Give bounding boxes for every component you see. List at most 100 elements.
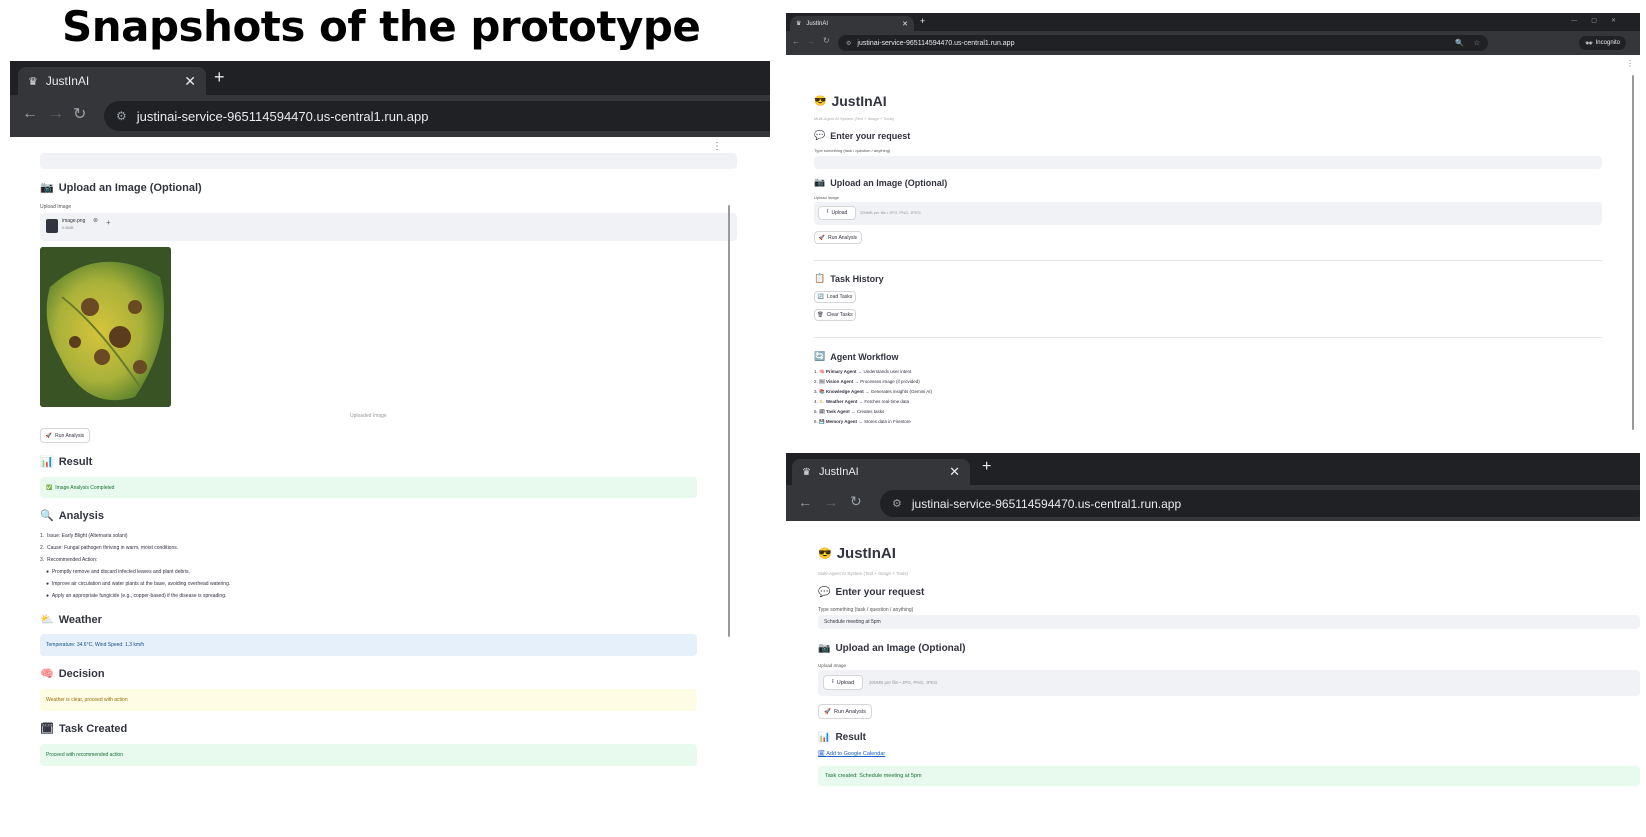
address-bar[interactable]: ⚙ justinai-service-965114594470.us-centr… xyxy=(104,101,770,131)
request-label: Type something (task / question / anythi… xyxy=(818,607,914,613)
crown-icon: ♛ xyxy=(28,75,38,88)
app-title: 😎 JustInAI xyxy=(814,93,887,109)
cloud-icon: ⛅ xyxy=(40,614,54,626)
tab-strip: ♛ JustInAI ✕ + —▢✕ xyxy=(786,13,1640,31)
workflow-item: 4. ⛅ Weather Agent → Fetches real-time d… xyxy=(814,399,910,404)
request-input[interactable] xyxy=(40,153,737,169)
run-analysis-button[interactable]: 🚀 Run Analysis xyxy=(818,704,872,719)
forward-arrow-icon[interactable]: → xyxy=(807,37,815,46)
toolbar: ← → ↻ ⚙ justinai-service-965114594470.us… xyxy=(786,31,1640,55)
task-created-alert: Task created: Schedule meeting at 5pm xyxy=(818,766,1640,786)
window-controls[interactable]: —▢✕ xyxy=(1571,17,1630,24)
analysis-bullet: ● Apply an appropriate fungicide (e.g., … xyxy=(46,593,227,599)
trash-icon: 🗑 xyxy=(817,312,824,318)
run-analysis-button[interactable]: 🚀 Run Analysis xyxy=(814,231,862,244)
reload-icon[interactable]: ↻ xyxy=(850,493,862,510)
star-icon[interactable]: ☆ xyxy=(1474,39,1480,47)
back-arrow-icon[interactable]: ← xyxy=(792,37,800,46)
tab-title: JustInAI xyxy=(818,466,859,478)
browser-tab[interactable]: ♛ JustInAI ✕ xyxy=(792,459,970,485)
request-label: Type something (task / question / anythi… xyxy=(814,148,891,153)
chart-icon: 📊 xyxy=(818,732,831,743)
tab-strip: ♛ JustInAI ✕ + xyxy=(786,453,1640,485)
page-content: ⋮ 📷 Upload an Image (Optional) Upload Ima… xyxy=(10,137,770,837)
scrollbar[interactable] xyxy=(728,205,730,637)
file-uploader[interactable]: image.png 0.6MB ⊗ + xyxy=(40,213,737,241)
file-chip xyxy=(46,219,58,233)
upload-label: Upload Image xyxy=(40,204,72,210)
task-created-alert: Proceed with recommended action xyxy=(40,744,697,766)
app-title: 😎 JustInAI xyxy=(818,545,896,562)
agent-workflow-heading: 🔄 Agent Workflow xyxy=(814,351,899,362)
smiley-icon: 😎 xyxy=(814,95,827,107)
plus-icon[interactable]: + xyxy=(982,458,991,476)
calendar-icon: 🗓 xyxy=(40,723,54,735)
tab-strip: ♛ JustInAI ✕ + xyxy=(10,61,770,95)
app-subtitle: Multi-Agent AI System (Text + Image + To… xyxy=(814,116,894,121)
analysis-item: 1. Issue: Early Blight (Alternaria solan… xyxy=(40,533,128,539)
uploaded-leaf-image xyxy=(40,247,171,407)
close-icon[interactable]: ✕ xyxy=(902,20,908,28)
image-caption: Uploaded Image xyxy=(350,413,387,419)
file-uploader[interactable]: ⭱ Upload 200MB per file • JPG, PNG, JPEG xyxy=(818,670,1640,696)
magnifier-icon: 🔍 xyxy=(40,510,54,522)
request-value: Schedule meeting at 5pm xyxy=(824,619,881,625)
tune-icon[interactable]: ⚙ xyxy=(846,40,851,47)
back-arrow-icon[interactable]: ← xyxy=(798,494,812,510)
upload-button[interactable]: ⭱ Upload xyxy=(823,675,863,690)
analysis-heading: 🔍 Analysis xyxy=(40,509,104,523)
tune-icon[interactable]: ⚙ xyxy=(116,109,127,123)
forward-arrow-icon[interactable]: → xyxy=(48,105,64,123)
request-input[interactable]: Schedule meeting at 5pm xyxy=(818,615,1640,629)
upload-heading: 📷 Upload an Image (Optional) xyxy=(818,643,966,654)
forward-arrow-icon[interactable]: → xyxy=(824,494,838,510)
address-bar[interactable]: ⚙ justinai-service-965114594470.us-centr… xyxy=(838,35,1488,51)
url-text: justinai-service-965114594470.us-central… xyxy=(136,108,429,124)
request-input[interactable] xyxy=(814,156,1602,169)
google-calendar-link[interactable]: 🗓 Add to Google Calendar xyxy=(818,751,885,757)
analysis-item: 3. Recommended Action: xyxy=(40,557,98,563)
kebab-menu-icon[interactable]: ⋮ xyxy=(712,141,722,152)
speech-bubble-icon: 💬 xyxy=(814,130,826,140)
browser-tab[interactable]: ♛ JustInAI ✕ xyxy=(18,67,206,95)
file-size: 0.6MB xyxy=(62,225,74,230)
file-uploader[interactable]: ⭱ Upload 200MB per file • JPG, PNG, JPEG xyxy=(814,202,1602,225)
upload-button[interactable]: ⭱ Upload xyxy=(818,206,856,220)
calendar-icon: 🗓 xyxy=(818,751,825,757)
close-icon[interactable]: ✕ xyxy=(184,73,196,90)
tab-title: JustInAI xyxy=(45,74,90,88)
decision-alert: Weather is clear, proceed with action xyxy=(40,689,697,711)
left-browser-window: ♛ JustInAI ✕ + ← → ↻ ⚙ justinai-service-… xyxy=(10,61,770,837)
leaf-picture xyxy=(40,247,171,407)
workflow-item: 6. 💾 Memory Agent → Stores data in Fires… xyxy=(814,419,911,424)
scrollbar[interactable] xyxy=(1632,75,1634,430)
weather-alert: Temperature: 34.6°C, Wind Speed: 1.3 km/… xyxy=(40,634,697,656)
load-tasks-button[interactable]: 🔄 Load Tasks xyxy=(814,291,856,303)
reload-icon[interactable]: ↻ xyxy=(823,36,830,45)
page-content: ⋮ 😎 JustInAI Multi-Agent AI System (Text … xyxy=(786,55,1640,453)
remove-file-icon[interactable]: ⊗ xyxy=(93,217,98,224)
tune-icon[interactable]: ⚙ xyxy=(892,497,902,510)
upload-hint: 200MB per file • JPG, PNG, JPEG xyxy=(869,680,938,685)
upload-icon: ⭱ xyxy=(826,209,829,215)
plus-icon[interactable]: + xyxy=(920,16,925,26)
analysis-bullet: ● Improve air circulation and water plan… xyxy=(46,581,231,587)
close-icon[interactable]: ✕ xyxy=(949,464,960,480)
address-bar[interactable]: ⚙ justinai-service-965114594470.us-centr… xyxy=(880,490,1640,517)
plus-icon[interactable]: + xyxy=(214,67,225,88)
refresh-icon: 🔄 xyxy=(817,294,825,300)
plus-icon[interactable]: + xyxy=(106,218,111,227)
upload-heading: 📷 Upload an Image (Optional) xyxy=(814,177,948,188)
back-arrow-icon[interactable]: ← xyxy=(22,105,38,123)
reload-icon[interactable]: ↻ xyxy=(73,104,86,124)
zoom-icon[interactable]: 🔍 xyxy=(1455,39,1464,47)
run-analysis-button[interactable]: 🚀 Run Analysis xyxy=(40,428,90,443)
clear-tasks-button[interactable]: 🗑 Clear Tasks xyxy=(814,309,856,321)
incognito-badge[interactable]: 🕶 Incognito xyxy=(1579,36,1626,50)
browser-tab[interactable]: ♛ JustInAI ✕ xyxy=(790,16,914,31)
camera-icon: 📷 xyxy=(814,177,826,187)
kebab-menu-icon[interactable]: ⋮ xyxy=(1626,59,1634,68)
upload-label: Upload Image xyxy=(818,663,847,668)
url-text: justinai-service-965114594470.us-central… xyxy=(911,496,1182,511)
request-heading: 💬 Enter your request xyxy=(814,130,911,141)
